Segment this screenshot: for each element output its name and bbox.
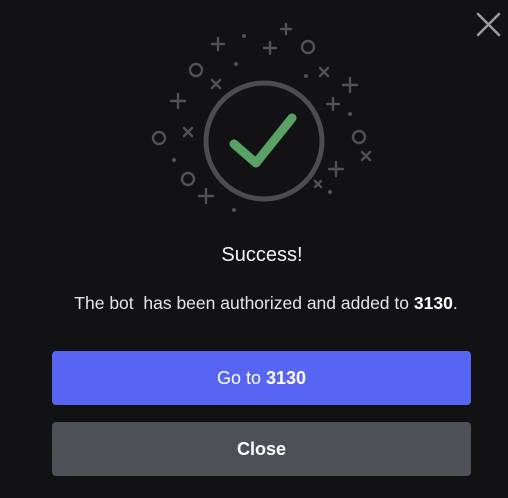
close-button-label: Close <box>236 438 287 459</box>
success-illustration <box>140 16 380 216</box>
dialog-message: The bot has been authorized and added to… <box>0 290 508 316</box>
go-to-server-name: 3130 <box>265 367 307 388</box>
go-to-server-button[interactable]: Go to 3130 <box>52 351 471 405</box>
server-name: 3130 <box>413 293 453 313</box>
message-text: The bot has been authorized and added to <box>74 293 414 313</box>
go-to-button-label: Go to 3130 <box>217 368 306 389</box>
close-button[interactable] <box>474 10 504 40</box>
go-to-prefix: Go to <box>216 367 266 388</box>
close-dialog-button[interactable]: Close <box>52 422 471 476</box>
dialog-title: Success! <box>221 244 303 266</box>
close-icon <box>476 12 501 37</box>
message-suffix: . <box>452 293 458 313</box>
success-checkmark-icon <box>229 113 297 168</box>
